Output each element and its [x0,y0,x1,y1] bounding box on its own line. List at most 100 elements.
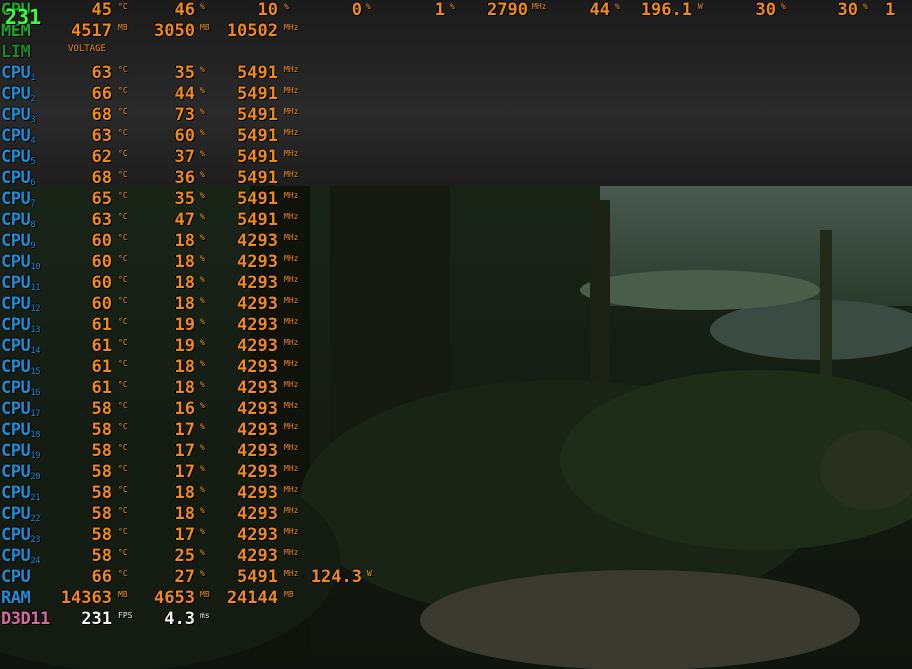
cpu-total-row: CPU 66 °C 27 % 5491 MHz 124.3 W [0,567,912,588]
cpu-core-clock: 4293 [237,357,278,377]
cpu-core-load-unit: % [200,401,205,410]
voltage-sublabel: VOLTAGE [68,44,106,54]
cpu-core-load-unit: % [200,422,205,431]
cpu-core-clock-unit: MHz [284,485,299,494]
cpu-core-clock: 5491 [237,84,278,104]
cpu-core-temp-unit: °C [118,170,128,179]
cpu-core-temp: 68 [91,105,112,125]
d3d-frametime: 4.3 [164,609,195,629]
cpu-core-temp: 60 [91,273,112,293]
cpu-total-power-unit: W [367,569,372,578]
gpu-value-4-unit: % [366,2,371,11]
gpu-value-7: 44 [589,0,610,20]
cpu-total-clock: 5491 [237,567,278,587]
cpu-core-temp-unit: °C [118,527,128,536]
cpu-core-row: CPU6 68 °C 36% 5491 MHz [0,168,912,189]
cpu-core-clock: 4293 [237,294,278,314]
cpu-core-temp-unit: °C [118,422,128,431]
cpu-core-temp: 60 [91,231,112,251]
cpu-core-load-unit: % [200,464,205,473]
gpu-temp: 45 [91,0,112,20]
cpu-core-clock: 4293 [237,336,278,356]
gpu-value-7-unit: % [615,2,620,11]
cpu-core-temp-unit: °C [118,506,128,515]
cpu-core-clock-unit: MHz [284,401,299,410]
cpu-core-temp: 58 [91,420,112,440]
cpu-core-temp-unit: °C [118,380,128,389]
mem-value-1-unit: MB [118,23,128,32]
cpu-core-row: CPU19 58 °C 17% 4293 MHz [0,441,912,462]
cpu-core-temp-unit: °C [118,548,128,557]
cpu-core-clock: 5491 [237,189,278,209]
cpu-core-clock: 5491 [237,126,278,146]
mem-clock-unit: MHz [284,23,299,32]
cpu-core-load: 18 [174,231,195,251]
gpu-value-5: 1 [434,0,445,20]
cpu-core-load: 18 [174,252,195,272]
cpu-core-clock-unit: MHz [284,65,299,74]
cpu-core-row: CPU2 66 °C 44% 5491 MHz [0,84,912,105]
mem-value-2: 3050 [154,21,195,41]
cpu-core-clock: 5491 [237,168,278,188]
cpu-core-load: 25 [174,546,195,566]
cpu-core-clock: 4293 [237,504,278,524]
cpu-core-clock-unit: MHz [284,254,299,263]
cpu-core-temp-unit: °C [118,485,128,494]
cpu-core-load: 73 [174,105,195,125]
cpu-core-clock-unit: MHz [284,359,299,368]
cpu-core-clock-unit: MHz [284,422,299,431]
cpu-core-clock: 4293 [237,483,278,503]
cpu-core-clock-unit: MHz [284,191,299,200]
cpu-core-row: CPU23 58 °C 17% 4293 MHz [0,525,912,546]
ram-row: RAM 14363 MB 4653 MB 24144 MB [0,588,912,609]
cpu-core-load: 37 [174,147,195,167]
cpu-core-temp: 65 [91,189,112,209]
cpu-core-load-unit: % [200,296,205,305]
cpu-total-temp: 66 [91,567,112,587]
cpu-core-load-unit: % [200,254,205,263]
cpu-core-temp: 61 [91,336,112,356]
cpu-core-temp: 58 [91,399,112,419]
cpu-core-temp: 60 [91,252,112,272]
cpu-core-temp: 61 [91,357,112,377]
cpu-core-row: CPU3 68 °C 73% 5491 MHz [0,105,912,126]
cpu-core-load-unit: % [200,212,205,221]
cpu-core-load-unit: % [200,65,205,74]
gpu-value-9-unit: % [781,2,786,11]
cpu-core-load-unit: % [200,128,205,137]
d3d-frametime-unit: ms [200,611,210,620]
gpu-value-11: 1 [885,0,896,20]
cpu-core-row: CPU7 65 °C 35% 5491 MHz [0,189,912,210]
cpu-core-row: CPU15 61 °C 18% 4293 MHz [0,357,912,378]
cpu-core-clock-unit: MHz [284,296,299,305]
cpu-core-temp: 58 [91,483,112,503]
gpu-value-10: 30 [837,0,858,20]
d3d-fps: 231 [81,609,112,629]
cpu-core-load-unit: % [200,338,205,347]
gpu-row: GPU 45 °C 46 % 10 % 0 % 1 % 2790 MHz 44 … [0,0,912,21]
cpu-core-clock-unit: MHz [284,86,299,95]
cpu-core-load: 19 [174,315,195,335]
cpu-core-clock: 4293 [237,378,278,398]
cpu-core-load: 19 [174,336,195,356]
cpu-core-temp: 68 [91,168,112,188]
gpu-value-4: 0 [351,0,362,20]
cpu-core-load-unit: % [200,485,205,494]
cpu-core-clock-unit: MHz [284,380,299,389]
gpu-power: 196.1 [640,0,692,20]
cpu-core-load: 35 [174,189,195,209]
mem-row: MEM 4517 MB 3050 MB 10502 MHz [0,21,912,42]
cpu-core-load: 16 [174,399,195,419]
cpu-core-temp-unit: °C [118,296,128,305]
cpu-core-temp: 61 [91,315,112,335]
cpu-core-load: 17 [174,525,195,545]
cpu-core-clock-unit: MHz [284,233,299,242]
gpu-load-unit: % [200,2,205,11]
cpu-core-load-unit: % [200,443,205,452]
cpu-core-clock-unit: MHz [284,275,299,284]
cpu-core-temp-unit: °C [118,65,128,74]
gpu-temp-unit: °C [118,2,128,11]
cpu-core-temp: 58 [91,546,112,566]
cpu-core-load-unit: % [200,380,205,389]
mem-value-2-unit: MB [200,23,210,32]
